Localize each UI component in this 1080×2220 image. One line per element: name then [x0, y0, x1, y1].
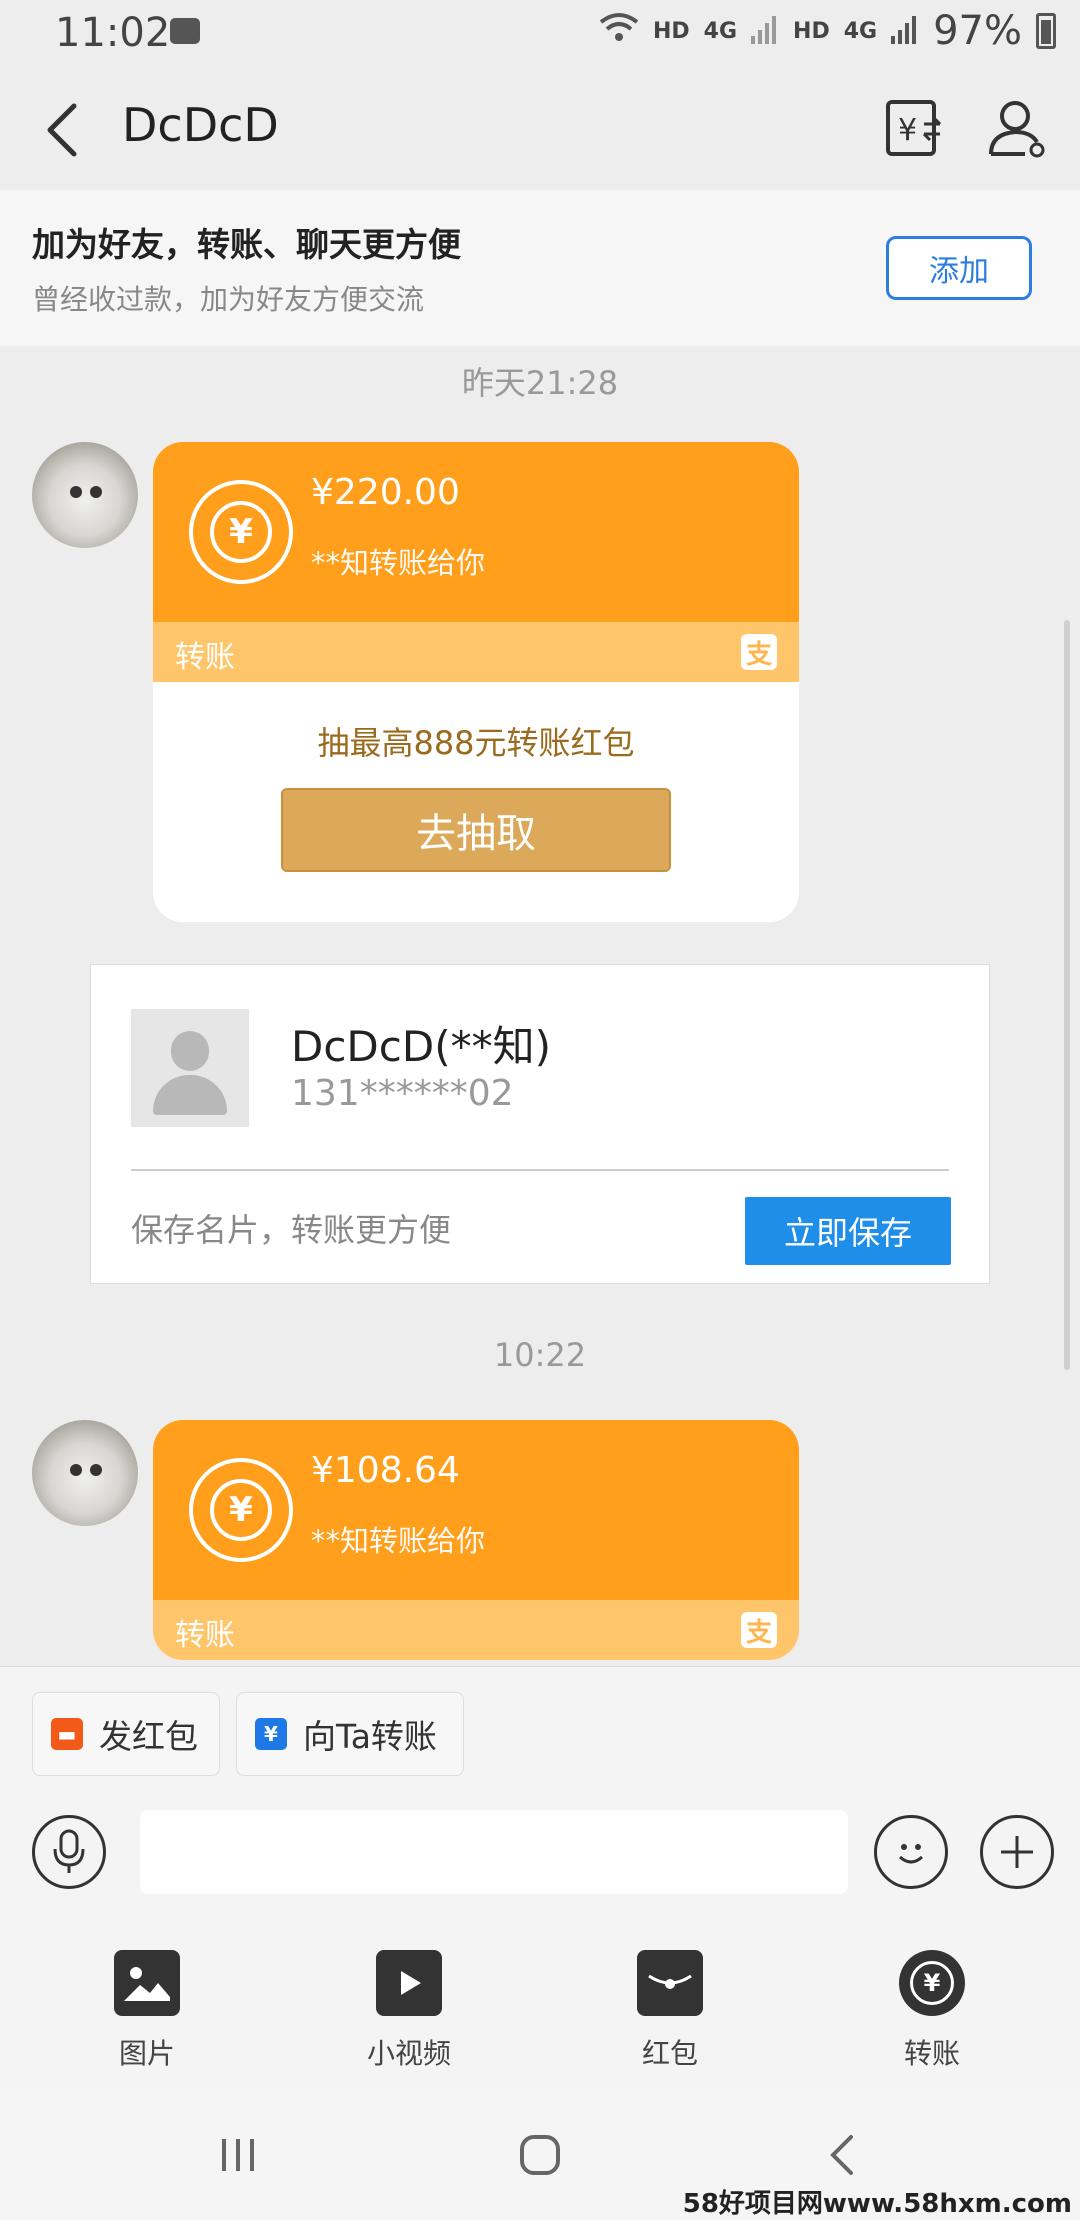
red-packet-icon: ▬ — [51, 1718, 83, 1750]
image-icon — [114, 1950, 180, 2016]
alipay-icon: 支 — [741, 634, 777, 670]
tool-label: 转账 — [903, 2037, 960, 2070]
status-time: 11:02 — [55, 10, 171, 56]
video-icon — [376, 1950, 442, 2016]
transfer-note: **知转账给你 — [311, 546, 486, 580]
add-friend-button[interactable]: 添加 — [886, 236, 1032, 300]
tool-transfer[interactable]: ¥ 转账 — [832, 1950, 1032, 2072]
contact-phone: 131******02 — [291, 1073, 514, 1114]
status-indicators: HD 4G HD 4G 97% — [599, 8, 1056, 54]
transfer-type-label: 转账 — [175, 640, 235, 675]
save-contact-button[interactable]: 立即保存 — [745, 1197, 951, 1265]
transfer-card-header: ¥ ¥220.00 **知转账给你 — [153, 442, 799, 622]
tool-label: 图片 — [118, 2037, 175, 2070]
transfer-card-footer: 转账 支 — [153, 1600, 799, 1660]
tool-label: 红包 — [641, 2037, 698, 2070]
transfer-card-footer: 转账 支 — [153, 622, 799, 682]
tool-label: 小视频 — [366, 2037, 451, 2070]
transfer-coin-icon: ¥ — [189, 480, 293, 584]
quick-action-label: 向Ta转账 — [303, 1717, 437, 1756]
draw-button[interactable]: 去抽取 — [281, 788, 671, 872]
transfer-card[interactable]: ¥ ¥108.64 **知转账给你 转账 支 — [153, 1420, 799, 1660]
recent-apps-icon[interactable] — [208, 2130, 268, 2180]
svg-text:¥: ¥ — [898, 113, 917, 148]
message-timestamp: 昨天21:28 — [461, 364, 619, 402]
banner-title: 加为好友，转账、聊天更方便 — [32, 225, 461, 264]
battery-percent: 97% — [933, 8, 1022, 54]
promo-text: 抽最高888元转账红包 — [317, 724, 635, 762]
hd-label-2: HD — [793, 18, 830, 44]
transfer-amount: ¥108.64 — [311, 1450, 460, 1491]
battery-icon — [1036, 13, 1056, 49]
home-icon[interactable] — [510, 2130, 570, 2180]
network-label-2: 4G — [843, 18, 878, 44]
watermark: 58好项目网www.58hxm.com — [682, 2189, 1072, 2219]
tool-video[interactable]: 小视频 — [309, 1950, 509, 2072]
message-input[interactable] — [140, 1810, 848, 1894]
send-red-packet-button[interactable]: ▬ 发红包 — [32, 1692, 220, 1776]
voice-button[interactable] — [32, 1815, 106, 1889]
wifi-icon — [599, 8, 639, 54]
profile-icon[interactable] — [985, 96, 1049, 160]
nav-back-icon[interactable] — [812, 2130, 872, 2180]
quick-action-label: 发红包 — [99, 1717, 198, 1756]
transfer-icon: ¥ — [899, 1950, 965, 2016]
signal-icon-1 — [751, 8, 779, 54]
contact-photo — [131, 1009, 249, 1127]
plus-button[interactable] — [980, 1815, 1054, 1889]
bill-icon[interactable]: ¥ — [882, 96, 946, 160]
hd-label-1: HD — [652, 18, 690, 44]
alipay-icon: 支 — [741, 1612, 777, 1648]
contact-name: DcDcD(**知) — [291, 1022, 551, 1071]
transfer-type-label: 转账 — [175, 1618, 235, 1653]
transfer-coin-icon: ¥ — [189, 1458, 293, 1562]
divider — [131, 1169, 949, 1171]
banner-subtitle: 曾经收过款，加为好友方便交流 — [32, 283, 425, 316]
promo-section: 抽最高888元转账红包 去抽取 — [153, 682, 799, 922]
transfer-card-header: ¥ ¥108.64 **知转账给你 — [153, 1420, 799, 1600]
contact-tip: 保存名片，转账更方便 — [131, 1211, 452, 1249]
chat-title: DcDcD — [122, 98, 279, 152]
emoji-button[interactable] — [874, 1815, 948, 1889]
message-timestamp: 10:22 — [493, 1336, 587, 1374]
transfer-icon: ¥ — [255, 1718, 287, 1750]
scrollbar[interactable] — [1064, 620, 1070, 1370]
tool-image[interactable]: 图片 — [47, 1950, 247, 2072]
signal-icon-2 — [891, 8, 919, 54]
contact-card: DcDcD(**知) 131******02 保存名片，转账更方便 立即保存 — [90, 964, 990, 1284]
transfer-note: **知转账给你 — [311, 1524, 486, 1558]
avatar[interactable] — [32, 442, 138, 548]
transfer-amount: ¥220.00 — [311, 472, 460, 513]
back-icon[interactable] — [42, 100, 82, 160]
network-label-1: 4G — [703, 18, 738, 44]
transfer-to-ta-button[interactable]: ¥ 向Ta转账 — [236, 1692, 464, 1776]
red-packet-icon — [637, 1950, 703, 2016]
avatar[interactable] — [32, 1420, 138, 1526]
message-notification-icon — [170, 18, 200, 44]
tool-red-packet[interactable]: 红包 — [570, 1950, 770, 2072]
transfer-card[interactable]: ¥ ¥220.00 **知转账给你 转账 支 抽最高888元转账红包 去抽取 — [153, 442, 799, 922]
